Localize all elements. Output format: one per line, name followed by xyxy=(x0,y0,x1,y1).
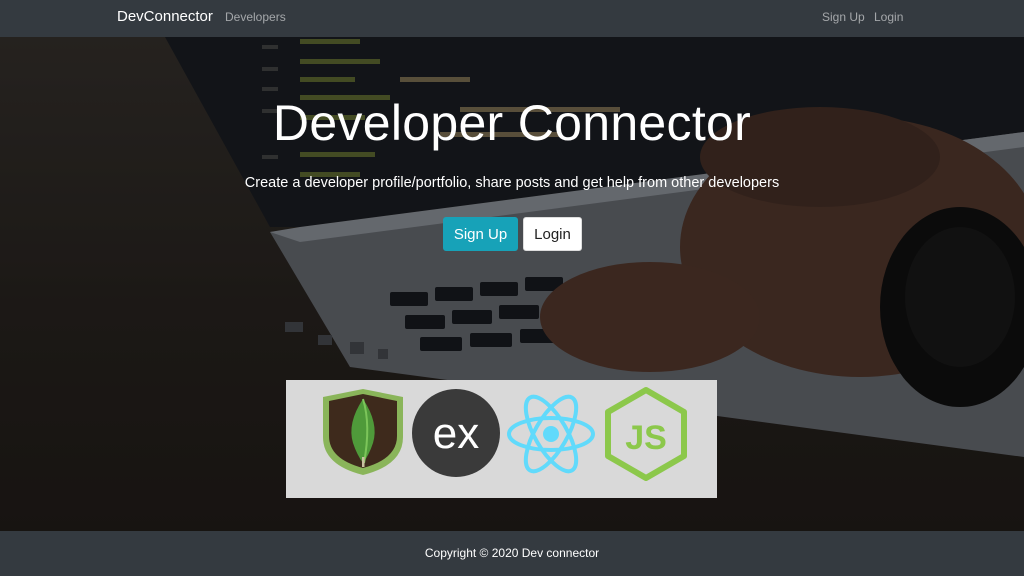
signup-button[interactable]: Sign Up xyxy=(443,217,518,251)
mongodb-leaf-icon xyxy=(323,389,403,475)
login-button[interactable]: Login xyxy=(523,217,582,251)
nav-login-link[interactable]: Login xyxy=(874,10,903,24)
nav-signup-link[interactable]: Sign Up xyxy=(822,10,865,24)
express-icon: ex xyxy=(412,389,500,477)
footer: Copyright © 2020 Dev connector xyxy=(0,531,1024,576)
footer-copyright: Copyright © 2020 Dev connector xyxy=(424,546,600,560)
express-logo-text: ex xyxy=(433,409,479,458)
react-atom-icon xyxy=(507,394,595,474)
hero-lead-text: Create a developer profile/portfolio, sh… xyxy=(244,175,780,191)
nodejs-logo-text: JS xyxy=(625,419,667,457)
landing-hero: Developer Connector Create a developer p… xyxy=(0,37,1024,531)
brand-link[interactable]: DevConnector xyxy=(117,8,213,25)
hero-title: Developer Connector xyxy=(272,95,752,151)
tech-stack-logos: ex JS xyxy=(286,380,717,498)
nodejs-hexagon-icon: JS xyxy=(605,387,687,481)
navbar: DevConnector Developers Sign Up Login xyxy=(0,0,1024,37)
nav-developers-link[interactable]: Developers xyxy=(225,10,286,24)
